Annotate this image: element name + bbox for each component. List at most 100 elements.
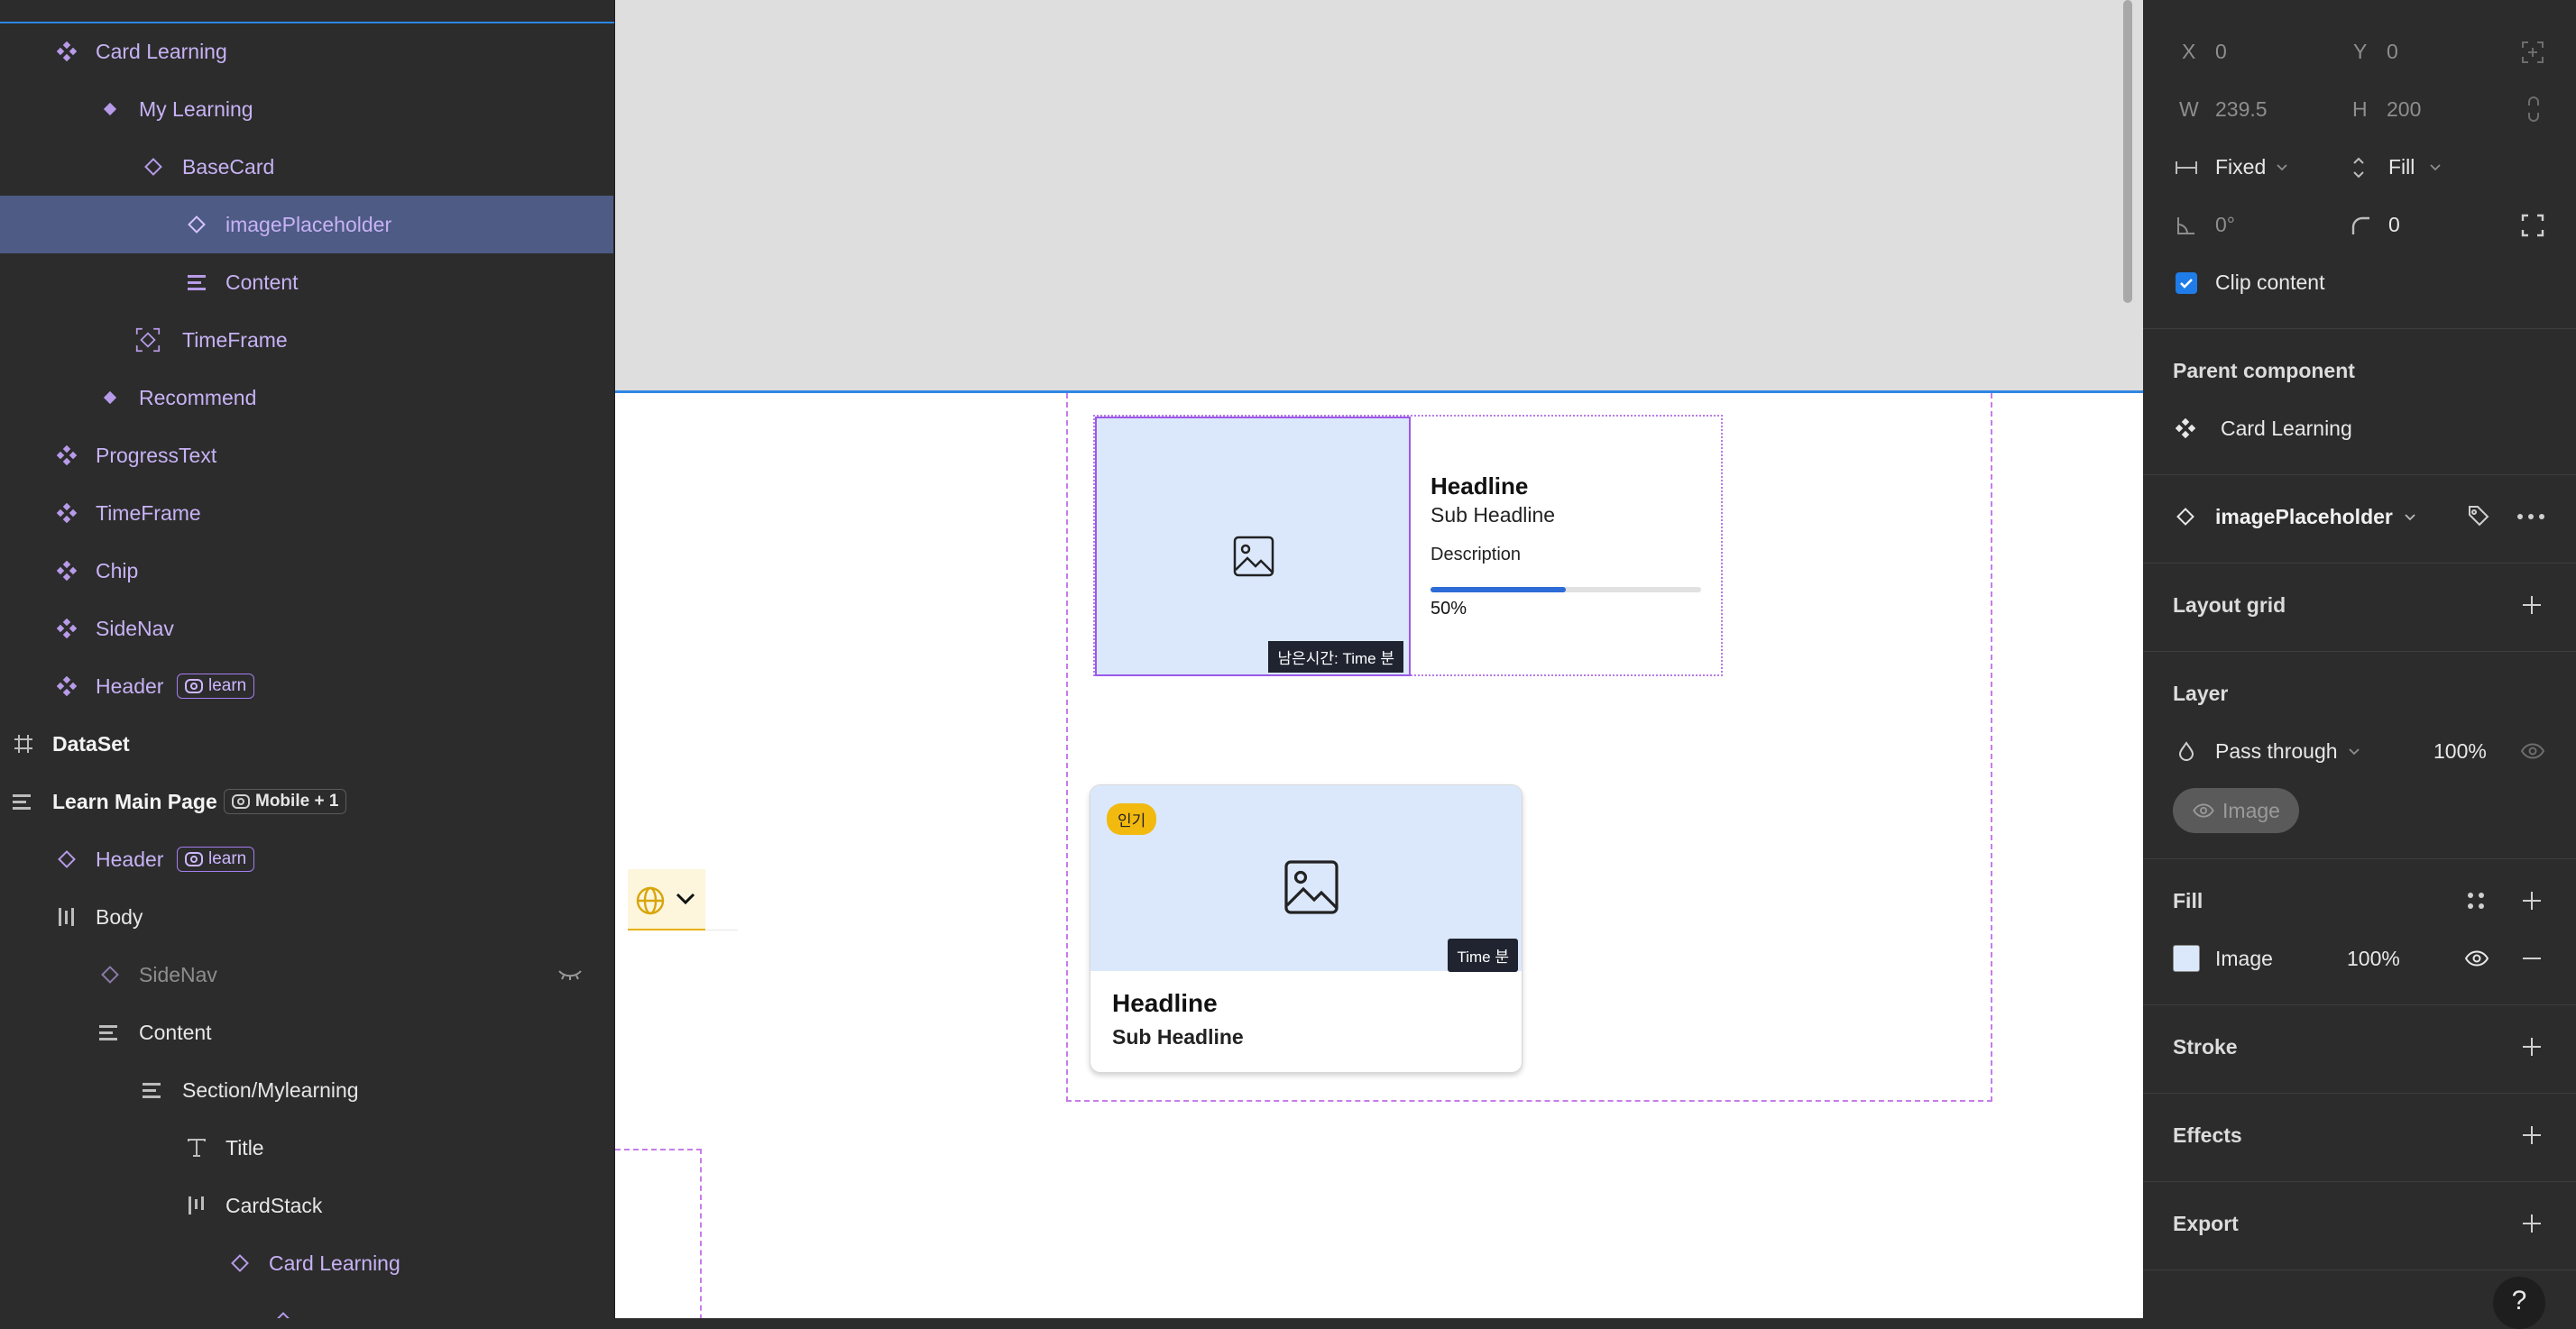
image-icon: [1233, 536, 1274, 577]
card-headline: Headline: [1112, 989, 1218, 1017]
card-recommend[interactable]: 인기 Time 분 Headline Sub Headline: [1090, 784, 1523, 1073]
layer-timeframe-set[interactable]: TimeFrame: [0, 484, 613, 542]
layer-my-learning[interactable]: My Learning: [0, 80, 613, 138]
fill-type-label[interactable]: Image: [2215, 947, 2273, 971]
card-description: Description: [1431, 545, 1522, 564]
blend-mode-icon: [2176, 739, 2197, 763]
more-options-icon[interactable]: [2513, 503, 2549, 530]
y-input[interactable]: 0: [2387, 40, 2398, 64]
autolayout-horizontal-icon: [184, 1193, 209, 1218]
canvas-scrollbar[interactable]: [2123, 0, 2132, 303]
corner-radius-icon: [2349, 213, 2372, 238]
eye-closed-icon[interactable]: [557, 962, 583, 987]
layer-timeframe[interactable]: TimeFrame: [0, 311, 613, 369]
layer-label: Recommend: [139, 385, 257, 409]
layer-dataset[interactable]: DataSet: [0, 715, 613, 773]
layer-label: CardStack: [225, 1193, 323, 1217]
width-mode-select[interactable]: Fixed: [2215, 155, 2266, 179]
component-set-icon: [54, 616, 79, 641]
layer-section-mylearning[interactable]: Section/Mylearning: [0, 1061, 613, 1119]
layer-sidenav[interactable]: SideNav: [0, 600, 613, 657]
absolute-position-icon[interactable]: [2520, 40, 2545, 65]
layer-body[interactable]: Body: [0, 888, 613, 946]
layer-label: Body: [96, 904, 143, 929]
properties-panel: X 0 Y 0 W 239.5 H 200 Fixed Fill 0° 0 Cl…: [2143, 0, 2576, 1329]
layer-label: SideNav: [96, 616, 174, 640]
card-my-learning[interactable]: 남은시간: Time 분 Headline Sub Headline Descr…: [1093, 415, 1723, 676]
layer-content-body[interactable]: Content: [0, 1004, 613, 1061]
stroke-heading: Stroke: [2173, 1035, 2238, 1059]
component-icon: [97, 96, 123, 122]
blend-mode-select[interactable]: Pass through: [2215, 739, 2338, 764]
instance-icon: [227, 1251, 253, 1276]
image-placeholder-selected[interactable]: 남은시간: Time 분: [1095, 417, 1411, 676]
layer-basecard[interactable]: BaseCard: [0, 138, 613, 196]
height-mode-select[interactable]: Fill: [2388, 155, 2415, 179]
layer-learn-main-page[interactable]: Learn Main Page Mobile + 1: [0, 773, 613, 830]
add-effect-icon[interactable]: [2518, 1122, 2545, 1149]
parent-component-heading: Parent component: [2173, 359, 2355, 382]
add-layout-grid-icon[interactable]: [2518, 591, 2545, 619]
effects-heading: Effects: [2173, 1123, 2242, 1147]
eye-icon[interactable]: [2462, 947, 2491, 970]
eye-icon[interactable]: [2518, 739, 2547, 763]
fill-image-swatch[interactable]: [2173, 945, 2200, 972]
chevron-down-icon[interactable]: [2403, 510, 2417, 525]
corner-radius-input[interactable]: 0: [2388, 213, 2400, 237]
x-input[interactable]: 0: [2215, 40, 2227, 64]
layer-opacity-input[interactable]: 100%: [2433, 739, 2487, 764]
rotation-icon: [2174, 213, 2197, 238]
text-icon: [184, 1135, 209, 1160]
layer-partial-next[interactable]: [0, 1292, 613, 1318]
layer-title[interactable]: Title: [0, 1119, 613, 1177]
frame-hash-icon: [11, 731, 36, 756]
language-selector[interactable]: [628, 869, 705, 930]
component-set-icon: [54, 500, 79, 526]
add-export-icon[interactable]: [2518, 1210, 2545, 1237]
layer-label: BaseCard: [182, 154, 275, 179]
layer-header[interactable]: Header learn: [0, 657, 613, 715]
rotation-input[interactable]: 0°: [2215, 213, 2235, 237]
layer-label: TimeFrame: [96, 500, 201, 525]
chevron-down-icon[interactable]: [2347, 745, 2361, 759]
h-input[interactable]: 200: [2387, 97, 2421, 122]
layer-recommend[interactable]: Recommend: [0, 369, 613, 426]
layer-imageplaceholder[interactable]: imagePlaceholder: [0, 196, 613, 253]
divider: [2143, 1093, 2576, 1094]
fill-heading: Fill: [2173, 889, 2203, 912]
layer-content[interactable]: Content: [0, 253, 613, 311]
layer-progresstext[interactable]: ProgressText: [0, 426, 613, 484]
layer-card-learning[interactable]: Card Learning: [0, 23, 613, 80]
detach-instance-icon[interactable]: [2464, 503, 2491, 530]
constrain-proportions-icon[interactable]: [2522, 96, 2545, 123]
clip-content-checkbox[interactable]: [2176, 272, 2197, 294]
chevron-down-icon[interactable]: [2428, 160, 2443, 175]
w-input[interactable]: 239.5: [2215, 97, 2268, 122]
chevron-down-icon[interactable]: [2275, 160, 2289, 175]
fill-opacity-input[interactable]: 100%: [2347, 947, 2400, 971]
layer-card-learning-instance[interactable]: Card Learning: [0, 1234, 613, 1292]
design-canvas[interactable]: 남은시간: Time 분 Headline Sub Headline Descr…: [615, 0, 2143, 1318]
layer-label: Section/Mylearning: [182, 1077, 359, 1102]
remove-fill-icon[interactable]: [2518, 947, 2545, 970]
layer-header-instance[interactable]: Header learn: [0, 830, 613, 888]
help-button[interactable]: ?: [2493, 1277, 2545, 1329]
x-label: X: [2182, 40, 2196, 63]
parent-component-link[interactable]: Card Learning: [2221, 417, 2352, 441]
layer-label: TimeFrame: [182, 327, 288, 352]
variable-image-pill[interactable]: Image: [2173, 788, 2299, 833]
add-fill-icon[interactable]: [2518, 887, 2545, 914]
remaining-time-chip: 남은시간: Time 분: [1268, 641, 1403, 673]
instance-frame-icon: [135, 327, 161, 353]
mode-badge: learn: [177, 674, 255, 699]
layer-sidenav-hidden[interactable]: SideNav: [0, 946, 613, 1004]
styles-grid-icon[interactable]: [2462, 887, 2489, 914]
divider: [2143, 563, 2576, 564]
layer-chip[interactable]: Chip: [0, 542, 613, 600]
progress-bar-fill: [1431, 587, 1566, 592]
independent-corners-icon[interactable]: [2520, 213, 2545, 238]
add-stroke-icon[interactable]: [2518, 1033, 2545, 1060]
layer-cardstack[interactable]: CardStack: [0, 1177, 613, 1234]
layer-label: Card Learning: [96, 39, 227, 63]
component-name-select[interactable]: imagePlaceholder: [2215, 505, 2393, 529]
